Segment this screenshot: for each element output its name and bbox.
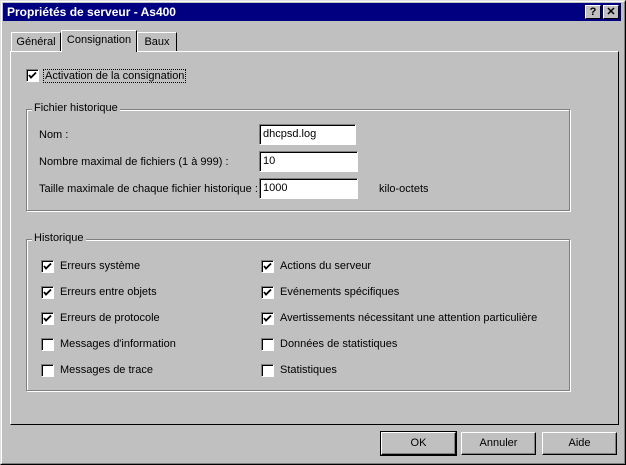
specific-events-label: Evénements spécifiques	[280, 286, 400, 298]
object-errors-label: Erreurs entre objets	[60, 286, 157, 298]
warnings-checkbox[interactable]	[261, 312, 274, 325]
check-icon	[43, 288, 52, 296]
check-icon	[263, 314, 272, 322]
max-size-field[interactable]: 1000	[259, 178, 358, 199]
statistics-label: Statistiques	[280, 364, 337, 376]
statistics-data-checkbox[interactable]	[261, 338, 274, 351]
system-errors-label: Erreurs système	[60, 260, 141, 272]
tab-consignation[interactable]: Consignation	[61, 30, 137, 52]
properties-dialog: Propriétés de serveur - As400 ? ✕ Généra…	[0, 0, 626, 465]
history-file-group-title: Fichier historique	[32, 102, 120, 114]
name-label: Nom :	[39, 129, 69, 141]
ok-button[interactable]: OK	[380, 431, 457, 456]
check-icon	[263, 288, 272, 296]
max-files-field[interactable]: 10	[259, 151, 358, 172]
history-group: Historique Erreurs système Erreurs entre…	[26, 232, 570, 391]
system-errors-checkbox[interactable]	[41, 260, 54, 273]
check-icon	[263, 262, 272, 270]
check-icon	[43, 262, 52, 270]
max-size-label: Taille maximale de chaque fichier histor…	[39, 183, 258, 195]
tab-general[interactable]: Général	[11, 32, 61, 51]
help-button[interactable]: Aide	[542, 432, 617, 455]
cancel-button[interactable]: Annuler	[461, 432, 536, 455]
max-files-label: Nombre maximal de fichiers (1 à 999) :	[39, 156, 229, 168]
object-errors-checkbox[interactable]	[41, 286, 54, 299]
trace-messages-checkbox[interactable]	[41, 364, 54, 377]
info-messages-label: Messages d'information	[60, 338, 176, 350]
warnings-label: Avertissements nécessitant une attention…	[280, 312, 538, 324]
specific-events-checkbox[interactable]	[261, 286, 274, 299]
statistics-data-label: Données de statistiques	[280, 338, 398, 350]
history-file-group: Fichier historique Nom : dhcpsd.log Nomb…	[26, 102, 570, 211]
tab-baux[interactable]: Baux	[137, 32, 177, 51]
protocol-errors-label: Erreurs de protocole	[60, 312, 160, 324]
statistics-checkbox[interactable]	[261, 364, 274, 377]
name-field[interactable]: dhcpsd.log	[259, 124, 356, 145]
check-icon	[28, 71, 37, 79]
close-button[interactable]: ✕	[603, 5, 619, 19]
enable-logging-label[interactable]: Activation de la consignation	[43, 69, 187, 83]
server-actions-checkbox[interactable]	[261, 260, 274, 273]
window-title: Propriétés de serveur - As400	[7, 5, 176, 19]
protocol-errors-checkbox[interactable]	[41, 312, 54, 325]
tab-panel: Activation de la consignation Fichier hi…	[10, 51, 619, 425]
server-actions-label: Actions du serveur	[280, 260, 372, 272]
help-title-button[interactable]: ?	[585, 5, 601, 19]
history-group-title: Historique	[32, 232, 86, 244]
max-size-unit: kilo-octets	[379, 183, 429, 195]
title-bar[interactable]: Propriétés de serveur - As400 ? ✕	[3, 3, 621, 21]
info-messages-checkbox[interactable]	[41, 338, 54, 351]
check-icon	[43, 314, 52, 322]
trace-messages-label: Messages de trace	[60, 364, 153, 376]
enable-logging-checkbox[interactable]	[26, 69, 39, 82]
